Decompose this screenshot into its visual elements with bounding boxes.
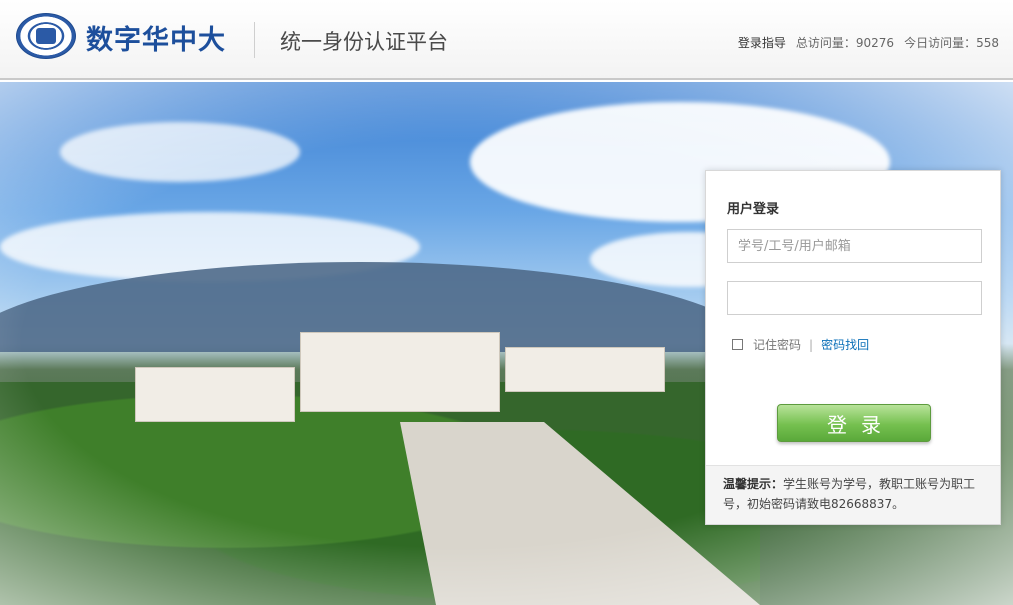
site-logo-title[interactable]: 数字华中大 xyxy=(86,18,226,57)
header-links: 登录指导 总访问量：90276 今日访问量：558 xyxy=(728,34,999,51)
header-divider xyxy=(254,22,255,58)
login-button[interactable]: 登录 xyxy=(777,404,931,442)
total-visits-label: 总访问量： xyxy=(795,36,856,50)
today-visits: 今日访问量：558 xyxy=(904,36,999,50)
password-recovery-link[interactable]: 密码找回 xyxy=(821,336,869,353)
header-bar: 数字华中大 统一身份认证平台 登录指导 总访问量：90276 今日访问量：558 xyxy=(0,0,1013,80)
login-tip-box: 温馨提示：学生账号为学号，教职工账号为职工号，初始密码请致电82668837。 xyxy=(706,465,1000,524)
total-visits: 总访问量：90276 xyxy=(796,36,894,50)
remember-password-checkbox[interactable] xyxy=(732,339,743,350)
tip-label: 温馨提示： xyxy=(723,477,784,491)
login-guide-link[interactable]: 登录指导 xyxy=(738,36,786,50)
remember-password-label[interactable]: 记住密码 xyxy=(753,336,801,353)
total-visits-value: 90276 xyxy=(855,36,895,50)
emblem-core xyxy=(36,28,56,44)
remember-row: 记住密码 | 密码找回 xyxy=(732,336,869,353)
platform-title: 统一身份认证平台 xyxy=(280,30,448,54)
link-separator: | xyxy=(809,337,814,352)
password-input[interactable] xyxy=(727,281,982,315)
login-title: 用户登录 xyxy=(727,202,780,217)
login-panel: 用户登录 记住密码 | 密码找回 登录 温馨提示：学生账号为学号，教职工账号为职… xyxy=(705,170,1001,525)
today-visits-label: 今日访问量： xyxy=(904,36,977,50)
username-input[interactable] xyxy=(727,229,982,263)
university-emblem-icon xyxy=(16,13,76,59)
today-visits-value: 558 xyxy=(976,36,999,50)
